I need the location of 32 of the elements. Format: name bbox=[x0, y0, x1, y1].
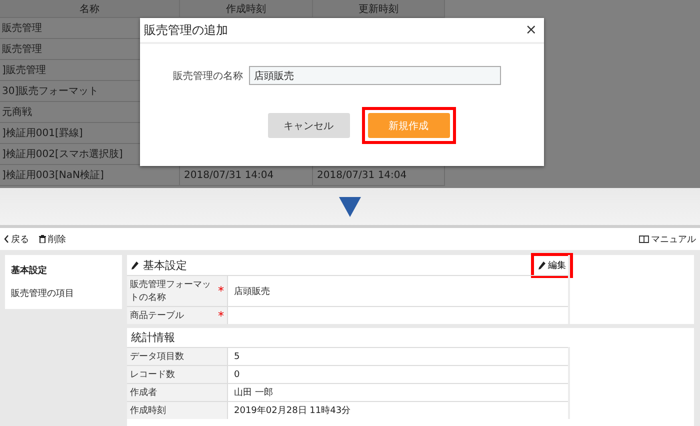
sidebar-item[interactable]: 基本設定 bbox=[5, 259, 122, 282]
close-button[interactable]: × bbox=[523, 22, 539, 38]
field-label: 販売管理フォーマットの名称 bbox=[130, 278, 212, 304]
required-mark: * bbox=[218, 308, 224, 322]
field-value: 2019年02月28日 11時43分 bbox=[234, 404, 351, 417]
field-label: 商品テーブル bbox=[130, 310, 185, 322]
field-label: 作成者 bbox=[130, 386, 158, 399]
book-icon bbox=[639, 235, 649, 243]
column-header: 更新時刻 bbox=[313, 0, 445, 18]
section-title: 統計情報 bbox=[130, 330, 176, 346]
section-title: 基本設定 bbox=[131, 258, 187, 272]
cancel-button[interactable]: キャンセル bbox=[268, 113, 350, 138]
field-label: データ項目数 bbox=[130, 350, 185, 363]
down-triangle-icon bbox=[339, 196, 361, 216]
required-mark: * bbox=[218, 284, 224, 298]
column-header: 名称 bbox=[0, 0, 180, 18]
chevron-left-icon bbox=[4, 235, 9, 243]
field-label: レコード数 bbox=[130, 368, 176, 381]
field-label: 作成時刻 bbox=[130, 404, 167, 417]
manual-button[interactable]: マニュアル bbox=[639, 232, 696, 246]
field-value: 山田 一郎 bbox=[234, 386, 273, 399]
field-value: 5 bbox=[234, 352, 240, 362]
sidebar-item[interactable]: 販売管理の項目 bbox=[5, 282, 122, 305]
field-value: 0 bbox=[234, 370, 240, 380]
pencil-icon bbox=[131, 260, 139, 270]
pencil-icon bbox=[538, 260, 546, 270]
name-input-field[interactable]: 店頭販売 bbox=[249, 66, 501, 85]
trash-icon bbox=[39, 235, 46, 243]
column-header: 作成時刻 bbox=[180, 0, 313, 18]
back-button[interactable]: 戻る bbox=[4, 232, 29, 246]
delete-button[interactable]: 削除 bbox=[39, 232, 66, 246]
field-value: 店頭販売 bbox=[234, 286, 270, 298]
